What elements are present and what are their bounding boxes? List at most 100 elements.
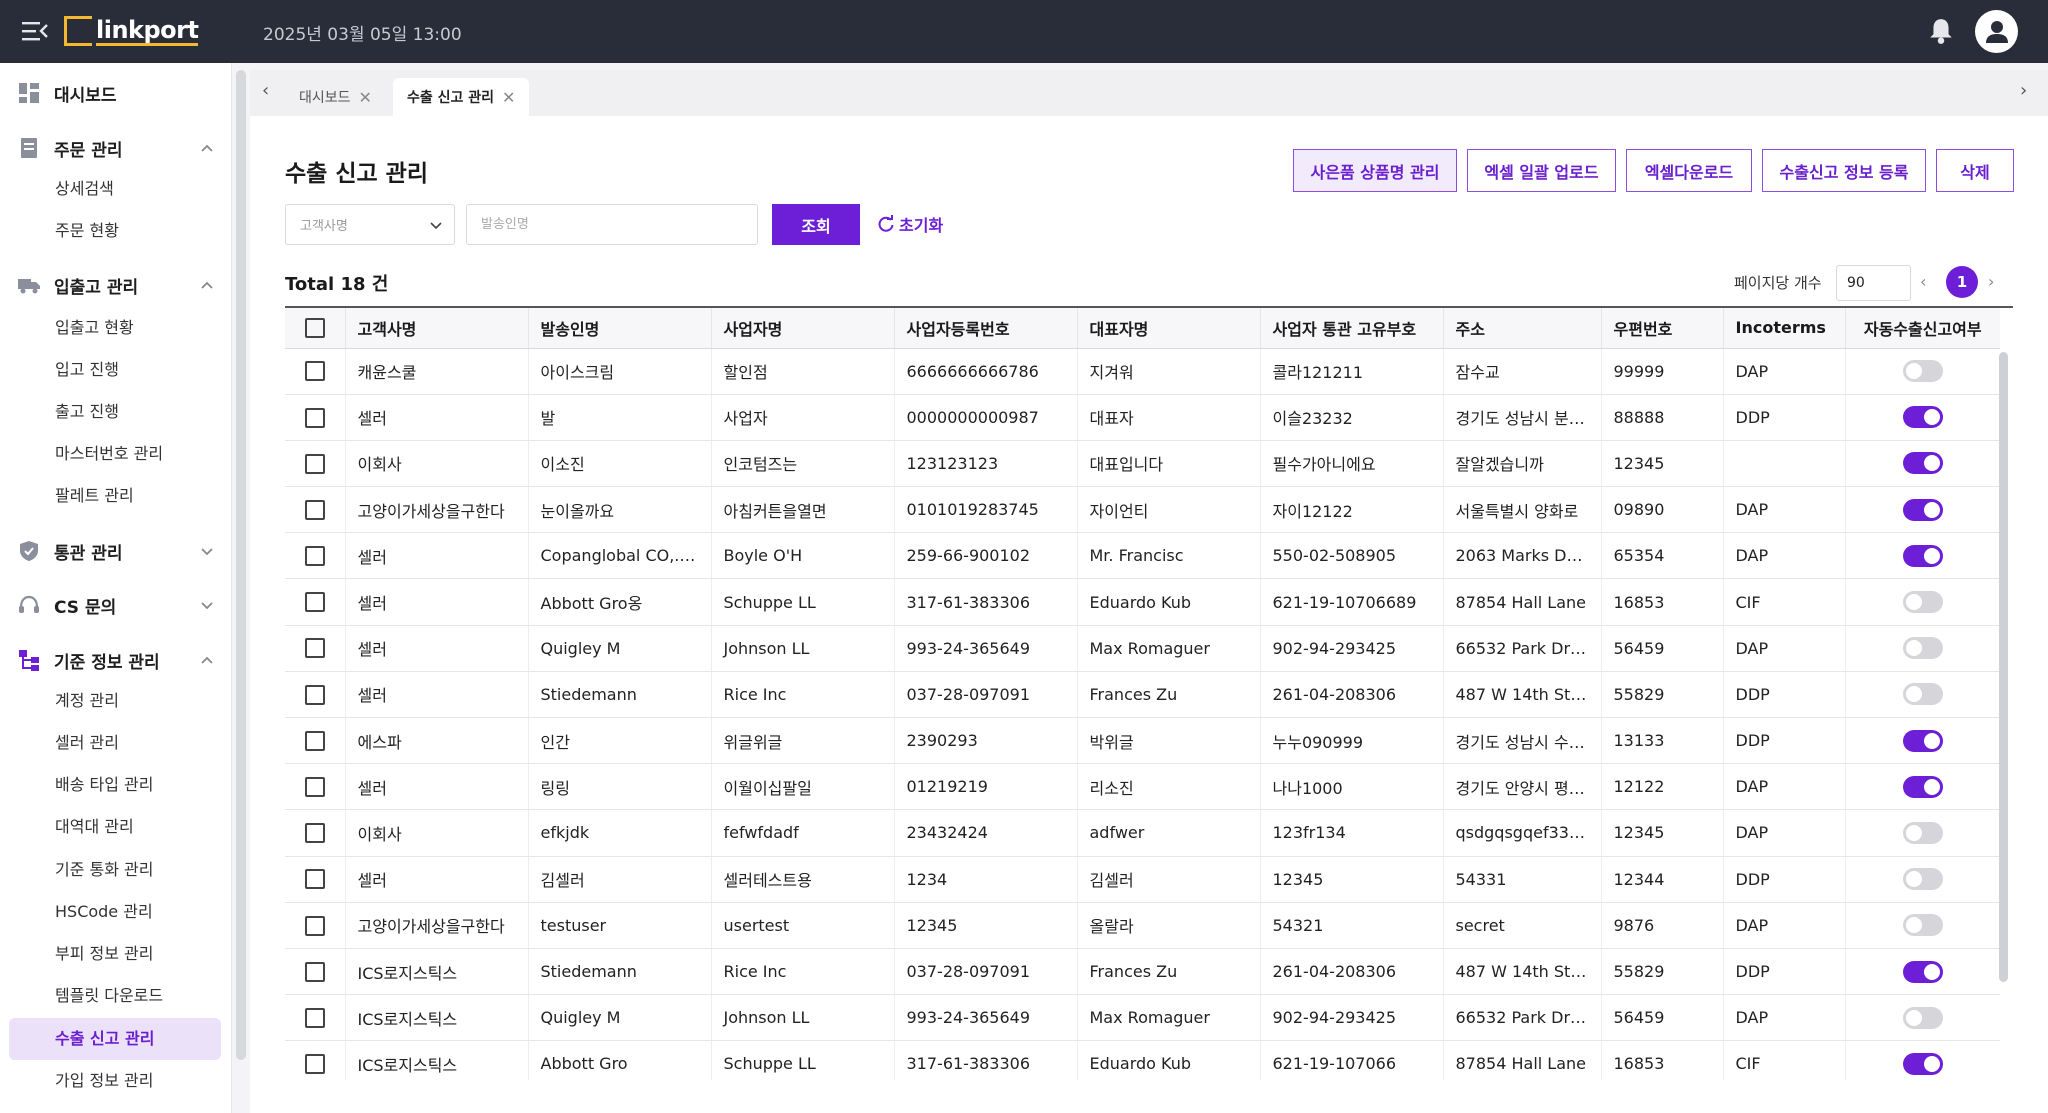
close-icon[interactable]: ✕ <box>359 88 372 107</box>
table-row[interactable]: ICS로지스틱스 Abbott Gro Schuppe LL 317-61-38330… <box>285 1040 2000 1080</box>
tab-dashboard[interactable]: 대시보드 ✕ <box>285 78 386 116</box>
table-row[interactable]: 셀러 Copanglobal CO,.LTD Boyle O'H 259-66-900… <box>285 532 2000 580</box>
auto-export-toggle[interactable] <box>1902 544 1943 567</box>
row-select-cell[interactable] <box>285 625 346 672</box>
row-select-cell[interactable] <box>285 440 346 488</box>
sidebar-item-inbound[interactable]: 입고 진행 <box>55 355 119 385</box>
sidebar-group-master-data[interactable]: 기준 정보 관리 <box>18 645 214 675</box>
sidebar-item-hscode[interactable]: HSCode 관리 <box>55 897 153 927</box>
delete-button[interactable]: 삭제 <box>1936 149 2014 192</box>
row-checkbox[interactable] <box>304 777 325 798</box>
sidebar-scrollbar[interactable] <box>236 70 246 1060</box>
row-checkbox[interactable] <box>304 684 325 705</box>
column-header[interactable]: 우편번호 <box>1601 308 1724 349</box>
sidebar-item-shipping-types[interactable]: 배송 타입 관리 <box>55 770 154 800</box>
table-row[interactable]: 셀러 Stiedemann Rice Inc 037-28-097091 Frances… <box>285 671 2000 719</box>
row-select-cell[interactable] <box>285 809 346 857</box>
auto-export-toggle[interactable] <box>1902 821 1943 844</box>
column-header[interactable]: 자동수출신고여부 <box>1845 308 2000 349</box>
per-page-input[interactable] <box>1836 265 1911 301</box>
select-all-checkbox[interactable] <box>304 318 325 338</box>
row-select-cell[interactable] <box>285 348 346 395</box>
column-header[interactable]: Incoterms <box>1723 308 1846 349</box>
auto-export-toggle[interactable] <box>1902 1052 1943 1075</box>
table-row[interactable]: 셀러 Abbott Gro옹 Schuppe LL 317-61-383306 Edua… <box>285 578 2000 626</box>
sidebar-group-inout[interactable]: 입출고 관리 <box>18 270 214 300</box>
auto-export-toggle[interactable] <box>1902 729 1943 752</box>
column-header[interactable]: 대표자명 <box>1077 308 1261 349</box>
auto-export-toggle[interactable] <box>1902 683 1943 706</box>
page-number-current[interactable]: 1 <box>1946 266 1978 298</box>
menu-collapse-icon[interactable] <box>22 20 48 42</box>
row-checkbox[interactable] <box>304 638 325 659</box>
row-select-cell[interactable] <box>285 902 346 949</box>
table-scrollbar[interactable] <box>1999 352 2008 982</box>
row-checkbox[interactable] <box>304 1007 325 1028</box>
tab-export-declaration[interactable]: 수출 신고 관리 ✕ <box>393 78 530 116</box>
row-checkbox[interactable] <box>304 1054 325 1075</box>
column-header[interactable]: 발송인명 <box>528 308 712 349</box>
sidebar-item-inout-status[interactable]: 입출고 현황 <box>55 313 134 343</box>
reset-button[interactable]: 초기화 <box>877 212 943 236</box>
auto-export-toggle[interactable] <box>1902 914 1943 937</box>
row-checkbox[interactable] <box>304 499 325 520</box>
sidebar-item-detail-search[interactable]: 상세검색 <box>55 174 114 204</box>
table-row[interactable]: 셀러 김셀러 셀러테스트용 1234 김셀러 12345 54331 12344 DDP <box>285 856 2000 903</box>
tab-scroll-right-icon[interactable]: › <box>2020 80 2027 101</box>
row-select-cell[interactable] <box>285 948 346 996</box>
row-checkbox[interactable] <box>304 407 325 428</box>
column-header[interactable]: 주소 <box>1443 308 1602 349</box>
row-select-cell[interactable] <box>285 578 346 626</box>
sidebar-item-order-status[interactable]: 주문 현황 <box>55 216 119 246</box>
row-select-cell[interactable] <box>285 717 346 765</box>
tab-scroll-left-icon[interactable]: ‹ <box>262 80 269 101</box>
prev-page-icon[interactable]: ‹ <box>1920 272 1926 291</box>
auto-export-toggle[interactable] <box>1902 637 1943 660</box>
next-page-icon[interactable]: › <box>1988 272 1994 291</box>
column-header[interactable]: 고객사명 <box>345 308 529 349</box>
row-checkbox[interactable] <box>304 453 325 474</box>
table-row[interactable]: ICS로지스틱스 Stiedemann Rice Inc 037-28-097091 F… <box>285 948 2000 996</box>
logo[interactable]: linkport <box>64 14 199 48</box>
table-row[interactable]: 캐윤스쿨 아이스크림 할인점 6666666666786 지겨워 콜라121211 잠수교 9… <box>285 348 2000 395</box>
user-avatar[interactable] <box>1975 10 2018 53</box>
auto-export-toggle[interactable] <box>1902 775 1943 798</box>
gift-product-name-button[interactable]: 사은품 상품명 관리 <box>1293 149 1457 192</box>
row-select-cell[interactable] <box>285 532 346 580</box>
column-header[interactable]: 사업자등록번호 <box>894 308 1078 349</box>
close-icon[interactable]: ✕ <box>502 88 515 107</box>
register-export-button[interactable]: 수출신고 정보 등록 <box>1762 149 1926 192</box>
sidebar-item-accounts[interactable]: 계정 관리 <box>55 686 119 716</box>
bell-icon[interactable] <box>1928 17 1954 45</box>
row-select-cell[interactable] <box>285 394 346 441</box>
table-row[interactable]: 이회사 이소진 인코텀즈는 123123123 대표입니다 필수가아니에요 잘알겠습니까 12… <box>285 440 2000 488</box>
row-select-cell[interactable] <box>285 1040 346 1080</box>
row-checkbox[interactable] <box>304 361 325 382</box>
table-row[interactable]: 고양이가세상을구한다 testuser usertest 12345 올랄라 54321 s… <box>285 902 2000 949</box>
sidebar-item-currency[interactable]: 기준 통화 관리 <box>55 855 154 885</box>
table-row[interactable]: 고양이가세상을구한다 눈이올까요 아침커튼을열면 0101019283745 자이언티 자… <box>285 486 2000 534</box>
excel-upload-button[interactable]: 엑셀 일괄 업로드 <box>1467 149 1616 192</box>
excel-download-button[interactable]: 엑셀다운로드 <box>1626 149 1752 192</box>
auto-export-toggle[interactable] <box>1902 868 1943 891</box>
sidebar-item-template-download[interactable]: 템플릿 다운로드 <box>55 981 163 1011</box>
row-checkbox[interactable] <box>304 592 325 613</box>
row-select-cell[interactable] <box>285 856 346 903</box>
sidebar-group-customs[interactable]: 통관 관리 <box>18 536 214 566</box>
sidebar-group-orders[interactable]: 주문 관리 <box>18 133 214 163</box>
select-all-cell[interactable] <box>285 308 346 349</box>
row-checkbox[interactable] <box>304 869 325 890</box>
row-checkbox[interactable] <box>304 730 325 751</box>
sidebar-group-dashboard[interactable]: 대시보드 <box>18 78 214 108</box>
search-button[interactable]: 조회 <box>772 204 860 245</box>
sidebar-item-signup-info[interactable]: 가입 정보 관리 <box>55 1066 154 1096</box>
row-checkbox[interactable] <box>304 915 325 936</box>
row-select-cell[interactable] <box>285 671 346 719</box>
table-row[interactable]: 셀러 Quigley M Johnson LL 993-24-365649 Max Ro… <box>285 625 2000 672</box>
row-select-cell[interactable] <box>285 763 346 811</box>
column-header[interactable]: 사업자 통관 고유부호 <box>1260 308 1444 349</box>
customer-select[interactable]: 고객사명 <box>285 204 455 245</box>
column-header[interactable]: 사업자명 <box>711 308 895 349</box>
table-row[interactable]: 이회사 efkjdk fefwfdadf 23432424 adfwer 123fr134… <box>285 809 2000 857</box>
auto-export-toggle[interactable] <box>1902 452 1943 475</box>
